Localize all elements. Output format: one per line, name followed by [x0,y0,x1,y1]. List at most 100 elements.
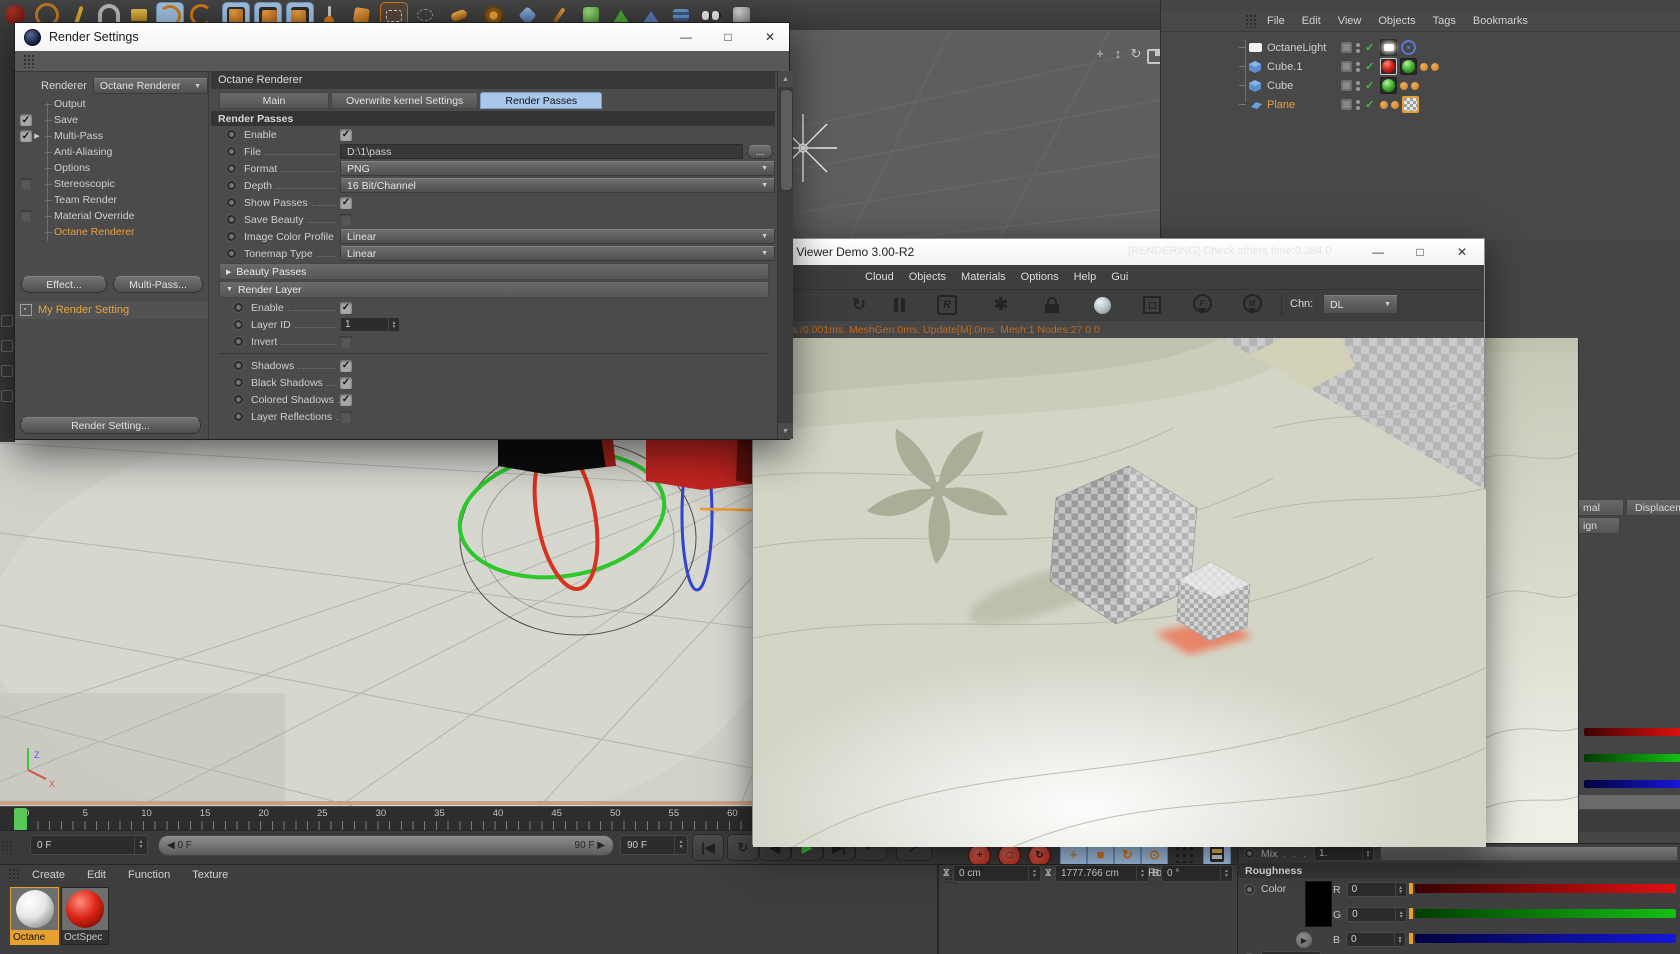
beauty-passes-group[interactable]: ▶ Beauty Passes [219,263,769,280]
viewport-zoom-icon[interactable]: ↕ [1110,46,1126,62]
menu-item[interactable]: Help [1074,271,1097,283]
close-icon[interactable]: ✕ [1453,243,1471,261]
tree-checkbox[interactable]: ✓ [20,210,32,222]
blue-gradient-slider[interactable] [1415,934,1676,943]
menu-item[interactable]: Cloud [865,271,894,283]
save-beauty-checkbox[interactable]: ✓ [340,213,352,226]
tag-icon[interactable] [1391,100,1400,109]
menu-item[interactable]: Edit [1302,15,1321,27]
mix-slider[interactable] [1379,846,1678,861]
menu-item[interactable]: Function [128,869,170,881]
g-spinner[interactable]: 0 ▲ ▼ [1347,907,1408,922]
menu-item[interactable]: Texture [192,869,228,881]
red-gradient-slider[interactable] [1415,884,1676,893]
layer-reflections-checkbox[interactable]: ✓ [340,410,352,423]
visibility-dots[interactable] [1356,99,1360,110]
maximize-icon[interactable]: □ [719,28,737,46]
renderer-dropdown[interactable]: Octane Renderer ▼ [92,78,208,94]
tab-displacement[interactable]: Displacem [1626,499,1680,516]
material-octane[interactable]: Octane [10,887,59,945]
tool-icon[interactable] [1,365,13,377]
frame-range-slider[interactable]: ◀ 0 F 90 F ▶ [158,835,614,856]
material-octspec[interactable]: OctSpec [61,887,109,945]
tree-item[interactable]: ✓ ▶ Octane Renderer [15,224,208,240]
tool-icon[interactable] [1,390,13,402]
enabled-check-icon[interactable]: ✓ [1365,79,1374,92]
layer-toggle[interactable] [1341,42,1352,53]
goto-start-button[interactable]: |◀ [692,834,724,861]
menu-item[interactable]: Tags [1433,15,1456,27]
scroll-down-icon[interactable]: ▼ [778,423,793,439]
size-field[interactable]: 1777.766 cm▲▼ [1055,865,1149,882]
menu-item[interactable]: Objects [1378,15,1415,27]
enable-checkbox[interactable]: ✓ [340,128,352,141]
reset-icon[interactable]: R [934,293,960,317]
shadows-checkbox[interactable]: ✓ [340,359,352,372]
expander-icon[interactable]: ▶ [32,132,42,140]
image-color-profile-dropdown[interactable]: Linear ▼ [340,229,775,244]
tonemap-dropdown[interactable]: Linear ▼ [340,246,775,261]
render-layer-group[interactable]: ▼ Render Layer [219,281,769,298]
viewport-pan-icon[interactable]: + [1092,46,1108,62]
end-frame-spinner[interactable]: 90 F ▲ ▼ [620,835,688,855]
r-spinner[interactable]: 0 ▲ ▼ [1346,882,1407,897]
menu-item[interactable]: Options [1021,271,1059,283]
material-ball-icon[interactable] [1089,293,1115,317]
timeline-ruler[interactable]: 051015202530354045505560 [0,806,878,831]
mix-spinner[interactable]: 1. ▲ ▼ [1313,846,1374,861]
dialog-scrollbar[interactable]: ▲ ▼ [777,71,793,439]
tree-item[interactable]: ✓ ▶ Options [15,160,208,176]
live-viewer-titlebar[interactable]: Live Viewer Demo 3.00-R2 — □ ✕ [753,239,1484,265]
visibility-dots[interactable] [1356,80,1360,91]
phong-tag-icon[interactable] [1420,62,1429,71]
object-row-octanelight[interactable]: OctaneLight ✓ [1239,38,1420,57]
panel-grip[interactable] [23,54,35,68]
invert-checkbox[interactable]: ✓ [340,335,352,348]
tab-main[interactable]: Main [219,92,329,109]
roughness-section-header[interactable]: Roughness [1238,863,1680,878]
render-settings-titlebar[interactable]: Render Settings — □ ✕ [15,23,789,51]
tag-icon[interactable] [1431,62,1440,71]
position-field[interactable]: 0 cm▲▼ [953,865,1041,882]
layer-toggle[interactable] [1341,99,1352,110]
light-material-thumb[interactable] [1380,39,1398,56]
depth-dropdown[interactable]: 16 Bit/Channel ▼ [340,178,775,193]
menu-item[interactable]: Edit [87,869,106,881]
tree-checkbox[interactable]: ✓ [20,178,32,190]
settings-gear-icon[interactable]: ✱ [988,293,1014,317]
menu-item[interactable]: View [1338,15,1362,27]
green-material-thumb[interactable] [1380,77,1398,94]
green-gradient-slider[interactable] [1415,909,1676,918]
pause-render-icon[interactable] [886,293,912,317]
focus-picker-icon[interactable]: F [1189,293,1215,317]
mix-radio-icon[interactable] [1244,848,1255,859]
phong-tag-icon[interactable] [1400,81,1409,90]
b-spinner[interactable]: 0 ▲ ▼ [1346,932,1407,947]
object-row-plane[interactable]: Plane ✓ [1239,95,1422,114]
tab-overwrite-kernel[interactable]: Overwrite kernel Settings [331,92,479,109]
tab-render-passes[interactable]: Render Passes [480,92,603,109]
tag-icon[interactable] [1411,81,1420,90]
render-view[interactable] [738,314,1487,954]
tree-item[interactable]: ✓ ▶ Save [15,112,208,128]
render-region-icon[interactable] [1139,293,1165,317]
format-dropdown[interactable]: PNG ▼ [340,161,775,176]
phong-tag-icon[interactable] [1380,100,1389,109]
multi-pass-button[interactable]: Multi-Pass... [113,276,203,293]
tree-item[interactable]: ✓ ▶ Stereoscopic [15,176,208,192]
layer-id-spinner[interactable]: 1 ▲ ▼ [340,317,400,332]
tool-icon[interactable] [1,340,13,352]
object-row-cube1[interactable]: Cube.1 ✓ [1239,57,1442,76]
tree-item[interactable]: ✓ ▶ Multi-Pass [15,128,208,144]
color-radio-icon[interactable] [1244,883,1255,895]
timeline-playhead[interactable] [14,808,27,830]
tree-item[interactable]: ✓ ▶ Anti-Aliasing [15,144,208,160]
green-material-thumb[interactable] [1400,58,1418,75]
tree-item[interactable]: ✓ ▶ Material Override [15,208,208,224]
scroll-up-icon[interactable]: ▲ [778,71,793,87]
layer-enable-checkbox[interactable]: ✓ [340,301,352,314]
color-swatch[interactable] [1305,881,1332,927]
render-preset-row[interactable]: My Render Setting [15,301,208,319]
tree-item[interactable]: ✓ ▶ Team Render [15,192,208,208]
tree-checkbox[interactable]: ✓ [20,114,32,126]
